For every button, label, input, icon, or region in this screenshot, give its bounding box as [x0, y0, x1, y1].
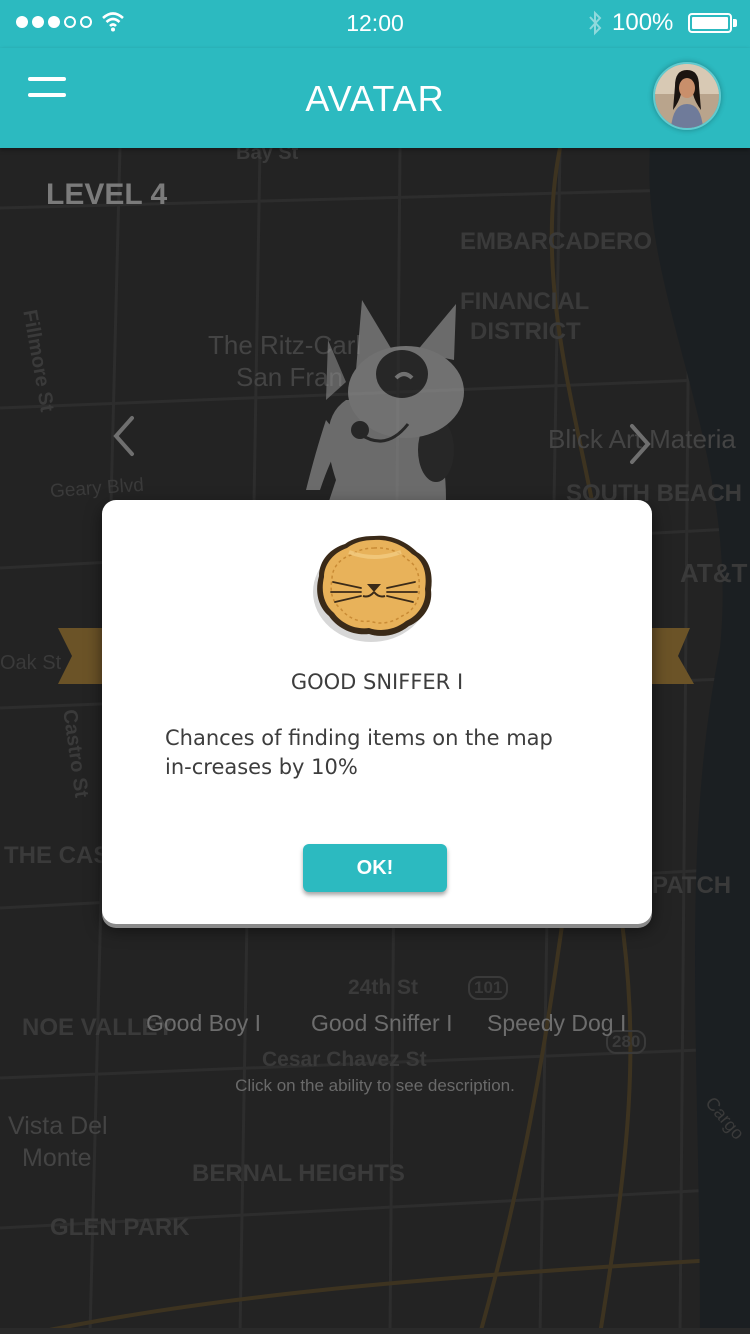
map-label: PATCH	[652, 872, 732, 899]
ability-good-sniffer-i[interactable]: Good Sniffer I	[311, 1010, 453, 1037]
map-label: EMBARCADERO	[460, 228, 652, 255]
map-label: Vista Del	[8, 1112, 108, 1140]
map-label: FINANCIAL	[460, 288, 590, 315]
battery-tip	[733, 19, 737, 27]
map-label: THE CAS	[4, 842, 110, 869]
map-label: AT&T	[680, 558, 748, 588]
good-sniffer-badge-icon	[313, 535, 432, 642]
battery-percentage: 100%	[612, 9, 674, 36]
ability-detail-dialog: GOOD SNIFFER I Chances of finding items …	[102, 500, 652, 924]
map-label: Cesar Chavez St	[262, 1048, 427, 1071]
map-label: Oak St	[0, 652, 62, 674]
ok-button[interactable]: OK!	[303, 844, 447, 892]
ribbon-right-end	[650, 628, 694, 684]
user-avatar[interactable]	[653, 62, 721, 130]
highway-shield: 101	[468, 976, 509, 1000]
dialog-description: Chances of finding items on the map in-c…	[165, 726, 553, 779]
battery-icon	[688, 13, 732, 33]
ability-hint-text: Click on the ability to see description.	[235, 1076, 515, 1095]
status-bar: 12:00 100%	[0, 0, 750, 48]
dog-avatar-illustration	[306, 300, 464, 510]
ability-good-boy-i[interactable]: Good Boy I	[146, 1010, 261, 1037]
page-title: AVATAR	[305, 78, 445, 119]
map-label: DISTRICT	[470, 318, 581, 345]
bluetooth-icon	[589, 10, 602, 36]
map-label: 24th St	[348, 976, 419, 999]
ability-speedy-dog-i[interactable]: Speedy Dog I	[487, 1010, 626, 1037]
map-label: Monte	[22, 1144, 92, 1172]
chevron-right-icon[interactable]	[624, 422, 656, 466]
map-label: BERNAL HEIGHTS	[192, 1160, 405, 1187]
dialog-title: GOOD SNIFFER I	[290, 670, 464, 694]
chevron-left-icon[interactable]	[108, 414, 140, 458]
bottom-divider	[0, 1328, 750, 1334]
map-label: Bay St	[236, 148, 299, 164]
map-label: GLEN PARK	[50, 1214, 190, 1241]
avatar-portrait-image	[655, 64, 719, 128]
level-label: LEVEL 4	[46, 178, 168, 211]
ribbon-left-end	[58, 628, 104, 684]
